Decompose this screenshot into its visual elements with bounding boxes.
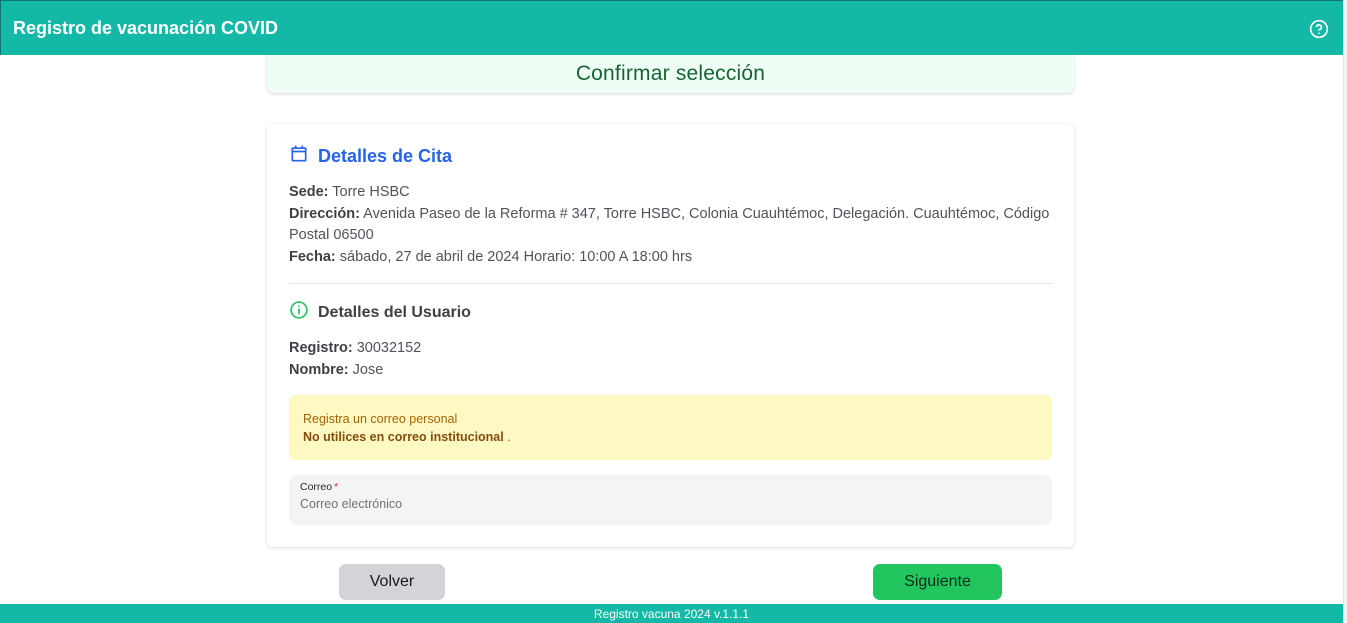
email-field-wrapper[interactable]: Correo * bbox=[289, 475, 1052, 525]
cita-title: Detalles de Cita bbox=[318, 146, 453, 166]
nombre-label: Nombre: bbox=[289, 361, 349, 378]
email-label-text: Correo bbox=[300, 481, 333, 493]
warning-line-1: Registra un correo personal bbox=[303, 412, 458, 426]
help-circle-icon[interactable] bbox=[1309, 19, 1329, 39]
registro-value: 30032152 bbox=[356, 340, 422, 356]
footer-version-text: Registro vacuna 2024 v.1.1.1 bbox=[593, 606, 750, 621]
usuario-details: Registro: 30032152 Nombre: Jose bbox=[289, 338, 1059, 381]
warning-line-2: No utilices en correo institucional . bbox=[303, 428, 1038, 446]
registro-line: Registro: 30032152 bbox=[289, 338, 1059, 360]
next-button[interactable]: Siguiente bbox=[873, 564, 1002, 600]
app-header: Registro de vacunación COVID bbox=[0, 0, 1343, 55]
registro-label: Registro: bbox=[289, 340, 353, 356]
fecha-line: Fecha: sábado, 27 de abril de 2024 Horar… bbox=[289, 247, 1059, 269]
email-label: Correo * bbox=[300, 481, 1041, 493]
back-button[interactable]: Volver bbox=[339, 564, 445, 600]
sede-value: Torre HSBC bbox=[332, 184, 410, 200]
calendar-icon bbox=[289, 144, 309, 169]
page-scrollbar[interactable] bbox=[1343, 0, 1347, 623]
usuario-title: Detalles del Usuario bbox=[318, 303, 471, 321]
fecha-label: Fecha: bbox=[289, 248, 336, 265]
confirm-banner: Confirmar selección bbox=[267, 55, 1074, 93]
usuario-section-header: Detalles del Usuario bbox=[289, 300, 471, 325]
sede-line: Sede: Torre HSBC bbox=[289, 182, 1059, 204]
direccion-line: Dirección: Avenida Paseo de la Reforma #… bbox=[289, 204, 1059, 247]
email-field[interactable] bbox=[300, 497, 1041, 511]
email-warning-alert: Registra un correo personal No utilices … bbox=[289, 395, 1052, 460]
warning-bold-text: No utilices en correo institucional bbox=[303, 430, 504, 444]
confirm-title: Confirmar selección bbox=[575, 62, 766, 85]
nombre-line: Nombre: Jose bbox=[289, 360, 1059, 382]
appointment-card: Detalles de Cita Sede: Torre HSBC Direcc… bbox=[267, 124, 1074, 547]
info-circle-icon bbox=[289, 300, 309, 325]
cita-details: Sede: Torre HSBC Dirección: Avenida Pase… bbox=[289, 182, 1059, 268]
sede-label: Sede: bbox=[289, 184, 329, 200]
section-divider bbox=[289, 283, 1052, 284]
app-footer: Registro vacuna 2024 v.1.1.1 bbox=[0, 604, 1343, 623]
app-title: Registro de vacunación COVID bbox=[13, 17, 279, 38]
direccion-label: Dirección: bbox=[289, 205, 360, 222]
fecha-value: sábado, 27 de abril de 2024 Horario: 10:… bbox=[339, 248, 693, 265]
required-mark: * bbox=[334, 481, 339, 493]
nombre-value: Jose bbox=[352, 361, 384, 378]
cita-section-header: Detalles de Cita bbox=[289, 144, 452, 169]
direccion-value: Avenida Paseo de la Reforma # 347, Torre… bbox=[289, 205, 1050, 244]
warning-suffix: . bbox=[503, 430, 511, 444]
